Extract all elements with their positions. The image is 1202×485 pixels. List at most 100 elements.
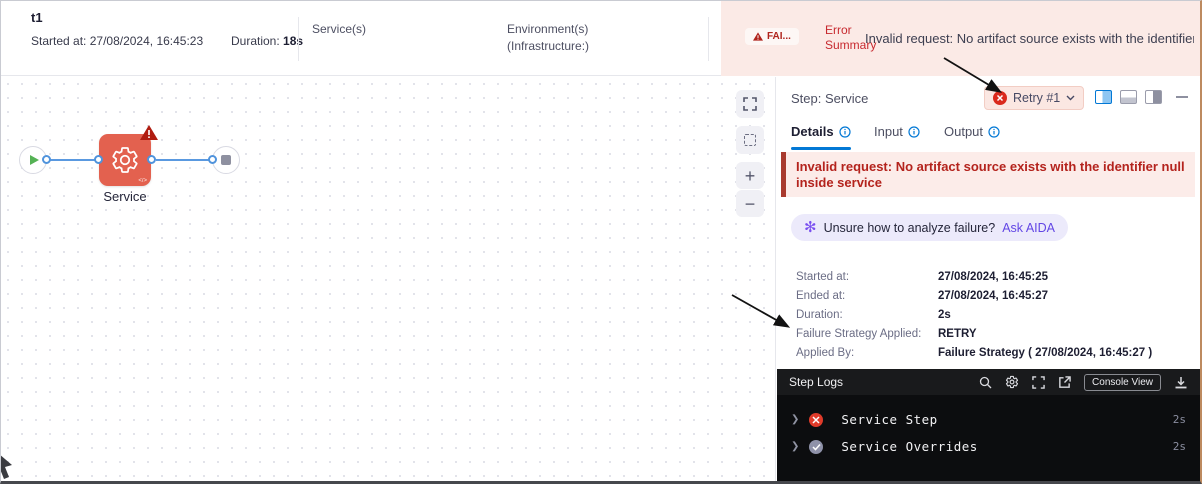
step-error-alert: Invalid request: No artifact source exis… (781, 152, 1195, 197)
detail-row: Started at: 27/08/2024, 16:45:25 (796, 267, 1190, 286)
log-settings-gear-icon[interactable] (1005, 375, 1019, 389)
log-open-external-icon[interactable] (1058, 375, 1071, 389)
pipeline-run-title: t1 (31, 10, 43, 25)
failure-warning-icon (140, 125, 158, 140)
retry-dropdown-button[interactable]: Retry #1 (984, 86, 1085, 110)
failed-badge-label: FAI... (767, 31, 791, 42)
failed-status-badge[interactable]: FAI... (745, 28, 799, 45)
layout-side-panel-icon[interactable] (1145, 90, 1162, 104)
panel-layout-controls (1095, 90, 1188, 104)
infrastructure-label: (Infrastructure:) (507, 39, 590, 53)
active-tab-underline (791, 147, 851, 150)
log-download-icon[interactable] (1174, 376, 1188, 389)
stop-icon (221, 155, 231, 165)
tab-input[interactable]: Input (874, 124, 920, 139)
detail-label: Failure Strategy Applied: (796, 327, 922, 340)
layout-bottom-panel-icon[interactable] (1120, 90, 1137, 104)
info-icon[interactable] (908, 125, 920, 138)
tab-details-label: Details (791, 124, 834, 139)
error-summary-text: Invalid request: No artifact source exis… (865, 31, 1194, 46)
started-at-value: 27/08/2024, 16:45:23 (89, 34, 204, 48)
chevron-right-icon[interactable]: ❯ (791, 441, 799, 452)
retry-button-label: Retry #1 (1013, 91, 1061, 105)
log-step-duration: 2s (1172, 413, 1186, 426)
detail-label: Applied By: (796, 346, 855, 359)
edge-start-to-service (47, 159, 99, 161)
end-node-port (208, 155, 217, 164)
log-row-service-step[interactable]: ❯ Service Step 2s (777, 406, 1200, 433)
detail-value: 27/08/2024, 16:45:27 (938, 289, 1048, 302)
pipeline-canvas[interactable]: </> Service + − (1, 77, 776, 481)
start-node-port (42, 155, 51, 164)
started-at-text: Started at: 27/08/2024, 16:45:23 (31, 34, 203, 48)
aida-icon: ✻ (804, 219, 817, 236)
service-node-label: Service (103, 189, 147, 204)
detail-value: 2s (938, 308, 951, 321)
tab-input-label: Input (874, 124, 903, 139)
layout-right-panel-icon[interactable] (1095, 90, 1112, 104)
tab-output-label: Output (944, 124, 984, 139)
canvas-select-button[interactable] (736, 126, 764, 154)
pipeline-execution-page: { "header": { "title": "t1", "started_la… (0, 0, 1202, 484)
step-logs-console: Step Logs Console View ❯ Service Step 2s… (777, 369, 1200, 481)
service-step-node[interactable]: </> (99, 125, 158, 186)
zoom-out-icon: − (744, 193, 756, 214)
retry-failed-status-icon (993, 91, 1007, 105)
header-divider (708, 17, 709, 61)
execution-details-list: Started at: 27/08/2024, 16:45:25 Ended a… (796, 267, 1190, 362)
ask-aida-link[interactable]: Ask AIDA (1002, 221, 1055, 235)
environments-label: Environment(s) (507, 22, 589, 36)
canvas-zoom-out-button[interactable]: − (736, 190, 764, 217)
play-icon (29, 155, 39, 165)
minimize-panel-icon[interactable] (1176, 96, 1188, 98)
console-title: Step Logs (789, 375, 844, 389)
log-step-name: Service Step (841, 412, 938, 427)
started-at-label: Started at: (31, 34, 87, 48)
services-column-label: Service(s) (312, 22, 367, 36)
aida-suggestion-pill[interactable]: ✻ Unsure how to analyze failure? Ask AID… (791, 214, 1068, 241)
step-panel-title: Step: Service (791, 91, 869, 106)
detail-row: Failure Strategy Applied: RETRY (796, 324, 1190, 343)
environments-column-label: Environment(s) (Infrastructure:) (507, 21, 589, 55)
tab-output[interactable]: Output (944, 124, 1000, 139)
duration-value: 18s (283, 34, 304, 48)
marquee-select-icon (744, 134, 756, 146)
detail-label: Ended at: (796, 289, 846, 302)
chevron-down-icon (1066, 95, 1075, 101)
duration-label: Duration: (231, 34, 280, 48)
execution-header: t1 Started at: 27/08/2024, 16:45:23 Dura… (1, 1, 1200, 76)
header-divider (298, 17, 299, 61)
success-status-icon (809, 439, 824, 454)
detail-value: RETRY (938, 327, 977, 340)
service-node-port-right (147, 155, 156, 164)
log-expand-icon[interactable] (1032, 375, 1045, 389)
chevron-right-icon[interactable]: ❯ (791, 414, 799, 425)
detail-value: Failure Strategy ( 27/08/2024, 16:45:27 … (938, 346, 1153, 359)
console-header: Step Logs Console View (777, 369, 1200, 395)
detail-label: Started at: (796, 270, 850, 283)
log-step-name: Service Overrides (841, 439, 978, 454)
error-summary-strip: FAI... Error Summary Invalid request: No… (721, 1, 1200, 76)
canvas-fullscreen-button[interactable] (736, 90, 764, 118)
detail-label: Duration: (796, 308, 843, 321)
tab-details[interactable]: Details (791, 124, 851, 139)
zoom-in-icon: + (744, 165, 756, 186)
step-details-panel: Step: Service Retry #1 Details Input Out… (777, 77, 1200, 481)
edge-service-to-end (156, 159, 212, 161)
info-icon[interactable] (839, 125, 851, 138)
warning-triangle-icon (753, 32, 763, 41)
detail-row: Ended at: 27/08/2024, 16:45:27 (796, 286, 1190, 305)
info-icon[interactable] (988, 125, 1000, 138)
service-node-port-left (94, 155, 103, 164)
console-view-button[interactable]: Console View (1084, 373, 1161, 391)
log-row-service-overrides[interactable]: ❯ Service Overrides 2s (777, 433, 1200, 460)
log-rows: ❯ Service Step 2s ❯ Service Overrides 2s (777, 395, 1200, 460)
log-step-duration: 2s (1172, 440, 1186, 453)
log-search-icon[interactable] (979, 376, 992, 389)
canvas-zoom-in-button[interactable]: + (736, 162, 764, 189)
failed-status-icon (809, 412, 824, 427)
step-tabs: Details Input Output (777, 122, 1200, 150)
gear-icon (112, 147, 138, 173)
detail-row: Applied By: Failure Strategy ( 27/08/202… (796, 343, 1190, 362)
detail-value: 27/08/2024, 16:45:25 (938, 270, 1048, 283)
